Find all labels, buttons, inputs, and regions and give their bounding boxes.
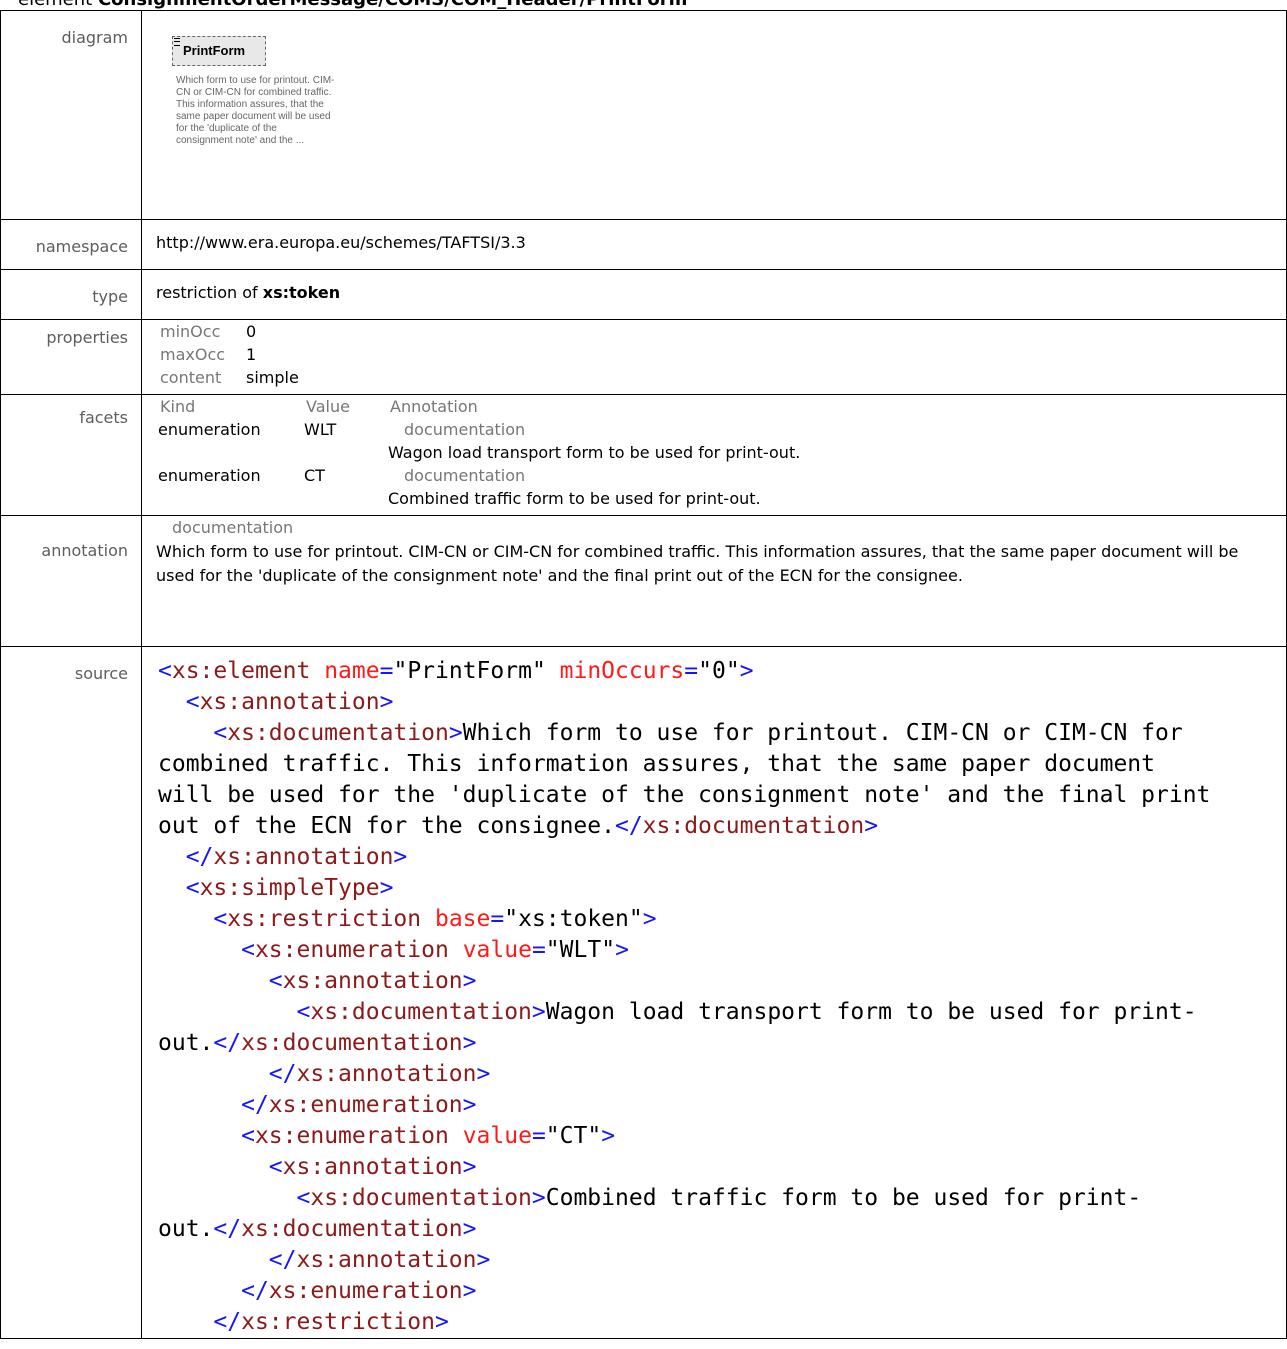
- diagram-cell: PrintForm Which form to use for printout…: [141, 10, 1287, 220]
- diagram-element-name: PrintForm: [183, 43, 246, 58]
- source-label: source: [0, 646, 142, 1339]
- prop-key: content: [160, 368, 222, 387]
- facets-cell: Kind Value Annotation enumeration WLT do…: [141, 394, 1287, 516]
- facet-doc-label: documentation: [404, 420, 526, 439]
- facets-header-value: Value: [306, 397, 350, 416]
- annotation-doc-label: documentation: [172, 518, 294, 537]
- facet-row: enumeration CT documentation: [158, 464, 1286, 487]
- annotation-cell: documentation Which form to use for prin…: [141, 515, 1287, 647]
- diagram-label: diagram: [0, 10, 142, 220]
- facet-value: WLT: [304, 420, 337, 439]
- element-path: ConsignmentOrderMessage/COMS/COM_Header/…: [98, 0, 687, 10]
- type-row: type restriction of xs:token: [0, 269, 1287, 320]
- facet-kind: enumeration: [158, 420, 261, 439]
- prop-value: 0: [246, 322, 257, 341]
- facet-kind: enumeration: [158, 466, 261, 485]
- type-label: type: [0, 269, 142, 320]
- facets-header: Kind Value Annotation: [158, 395, 1286, 418]
- diagram-description: Which form to use for printout. CIM-CN o…: [176, 75, 335, 146]
- facet-doc-text: Wagon load transport form to be used for…: [388, 443, 801, 462]
- facets-label: facets: [0, 394, 142, 516]
- facets-header-kind: Kind: [160, 397, 196, 416]
- properties-label: properties: [0, 319, 142, 395]
- prop-value: simple: [246, 368, 299, 387]
- namespace-value: http://www.era.europa.eu/schemes/TAFTSI/…: [141, 219, 1287, 270]
- facet-doc-label: documentation: [404, 466, 526, 485]
- type-prefix: restriction of: [156, 283, 263, 302]
- prop-key: maxOcc: [160, 345, 226, 364]
- facet-doc-row: Combined traffic form to be used for pri…: [158, 487, 1286, 510]
- properties-row: properties minOcc 0 maxOcc 1 content simple: [0, 319, 1287, 395]
- element-diagram-box[interactable]: PrintForm: [172, 36, 271, 71]
- element-doc-table: diagram PrintForm Which form to use for …: [0, 10, 1287, 1339]
- source-cell: <xs:element name="PrintForm" minOccurs="…: [141, 646, 1287, 1339]
- namespace-label: namespace: [0, 219, 142, 270]
- facets-row: facets Kind Value Annotation enumeration…: [0, 394, 1287, 516]
- facet-row: enumeration WLT documentation: [158, 418, 1286, 441]
- annotation-label: annotation: [0, 515, 142, 647]
- type-value: restriction of xs:token: [141, 269, 1287, 320]
- annotation-row: annotation documentation Which form to u…: [0, 515, 1287, 647]
- source-row: source <xs:element name="PrintForm" minO…: [0, 646, 1287, 1339]
- prop-value: 1: [246, 345, 257, 364]
- heading-prefix: element: [18, 0, 98, 10]
- properties-cell: minOcc 0 maxOcc 1 content simple: [141, 319, 1287, 395]
- namespace-row: namespace http://www.era.europa.eu/schem…: [0, 219, 1287, 270]
- facet-value: CT: [304, 466, 325, 485]
- type-base-link[interactable]: xs:token: [263, 283, 340, 302]
- annotation-block: documentation Which form to use for prin…: [156, 516, 1286, 588]
- facets-table: Kind Value Annotation enumeration WLT do…: [158, 395, 1286, 510]
- facet-doc-text: Combined traffic form to be used for pri…: [388, 489, 761, 508]
- facet-doc-row: Wagon load transport form to be used for…: [158, 441, 1286, 464]
- properties-list: minOcc 0 maxOcc 1 content simple: [142, 320, 1286, 389]
- prop-key: minOcc: [160, 322, 221, 341]
- annotation-text: Which form to use for printout. CIM-CN o…: [156, 542, 1239, 585]
- xml-source-code: <xs:element name="PrintForm" minOccurs="…: [158, 658, 1211, 1335]
- facets-header-annotation: Annotation: [390, 397, 478, 416]
- diagram-row: diagram PrintForm Which form to use for …: [0, 10, 1287, 220]
- annotation-marker-icon: [174, 38, 180, 46]
